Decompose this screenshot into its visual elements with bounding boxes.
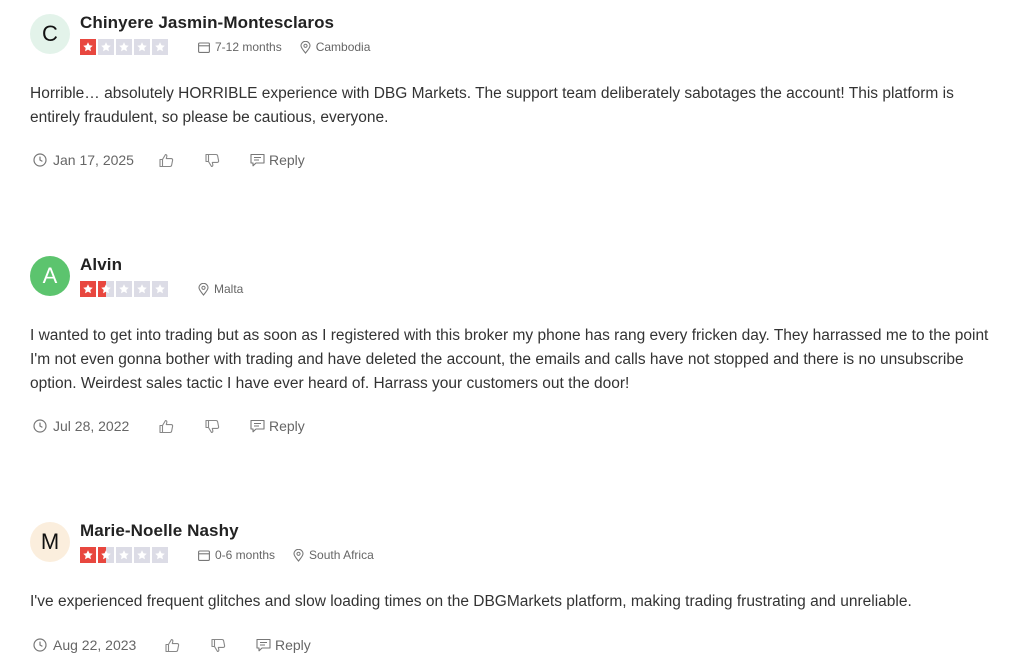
- star-rating: [80, 547, 168, 563]
- location-text: Malta: [214, 282, 244, 296]
- thumbs-up-icon: [159, 419, 174, 433]
- calendar-icon: [198, 549, 210, 561]
- location-meta: South Africa: [293, 548, 374, 562]
- star-icon: [80, 39, 96, 55]
- reply-label: Reply: [269, 418, 305, 434]
- review-actions: Aug 22, 2023 Reply: [33, 636, 311, 654]
- reviewer-name[interactable]: Alvin: [80, 255, 122, 275]
- star-icon: [98, 281, 114, 297]
- star-icon: [134, 547, 150, 563]
- star-icon: [152, 281, 168, 297]
- location-text: Cambodia: [315, 40, 371, 54]
- star-icon: [80, 547, 96, 563]
- star-icon: [152, 547, 168, 563]
- dislike-button[interactable]: [211, 638, 256, 653]
- review-text: I wanted to get into trading but as soon…: [30, 327, 989, 392]
- location-pin-icon: [293, 548, 304, 562]
- like-button[interactable]: [159, 153, 205, 168]
- star-icon: [134, 281, 150, 297]
- comment-icon: [250, 153, 265, 167]
- star-icon: [98, 39, 114, 55]
- thumbs-up-icon: [159, 153, 174, 167]
- star-rating: [80, 39, 168, 55]
- avatar: C: [30, 14, 70, 54]
- star-icon: [152, 39, 168, 55]
- avatar: A: [30, 256, 70, 296]
- comment-icon: [256, 638, 271, 652]
- reply-button[interactable]: Reply: [250, 418, 305, 434]
- reply-label: Reply: [275, 637, 311, 653]
- thumbs-down-icon: [211, 638, 226, 652]
- clock-icon: [33, 153, 47, 167]
- reply-button[interactable]: Reply: [250, 152, 305, 168]
- reply-button[interactable]: Reply: [256, 637, 311, 653]
- clock-icon: [33, 638, 47, 652]
- location-meta: Cambodia: [300, 40, 371, 54]
- clock-icon: [33, 419, 47, 433]
- review-actions: Jul 28, 2022 Reply: [33, 417, 305, 435]
- date-text: Jul 28, 2022: [53, 418, 130, 434]
- review-meta: 7-12 months Cambodia: [80, 39, 388, 55]
- review-meta: 0-6 months South Africa: [80, 547, 392, 563]
- star-icon: [116, 39, 132, 55]
- location-text: South Africa: [309, 548, 374, 562]
- duration-meta: 7-12 months: [198, 40, 282, 54]
- review-text: I've experienced frequent glitches and s…: [30, 593, 912, 610]
- like-button[interactable]: [159, 419, 205, 434]
- location-pin-icon: [198, 282, 209, 296]
- star-icon: [80, 281, 96, 297]
- reviewer-name[interactable]: Marie-Noelle Nashy: [80, 521, 239, 541]
- thumbs-down-icon: [205, 153, 220, 167]
- star-icon: [134, 39, 150, 55]
- calendar-icon: [198, 41, 210, 53]
- star-icon: [116, 281, 132, 297]
- star-rating: [80, 281, 168, 297]
- star-icon: [98, 547, 114, 563]
- location-meta: Malta: [198, 282, 243, 296]
- reviewer-name[interactable]: Chinyere Jasmin-Montesclaros: [80, 13, 334, 33]
- star-icon: [116, 547, 132, 563]
- location-pin-icon: [300, 40, 311, 54]
- review-text: Horrible… absolutely HORRIBLE experience…: [30, 85, 954, 126]
- dislike-button[interactable]: [205, 419, 250, 434]
- dislike-button[interactable]: [205, 153, 250, 168]
- comment-icon: [250, 419, 265, 433]
- thumbs-down-icon: [205, 419, 220, 433]
- reply-label: Reply: [269, 152, 305, 168]
- review-meta: Malta: [80, 281, 261, 297]
- review-date: Jul 28, 2022: [33, 418, 159, 434]
- duration-meta: 0-6 months: [198, 548, 275, 562]
- date-text: Aug 22, 2023: [53, 637, 137, 653]
- review-actions: Jan 17, 2025 Reply: [33, 151, 305, 169]
- review-date: Jan 17, 2025: [33, 152, 159, 168]
- duration-text: 0-6 months: [215, 548, 276, 562]
- thumbs-up-icon: [165, 638, 180, 652]
- date-text: Jan 17, 2025: [53, 152, 134, 168]
- review-date: Aug 22, 2023: [33, 637, 165, 653]
- avatar: M: [30, 522, 70, 562]
- duration-text: 7-12 months: [215, 40, 282, 54]
- like-button[interactable]: [165, 638, 211, 653]
